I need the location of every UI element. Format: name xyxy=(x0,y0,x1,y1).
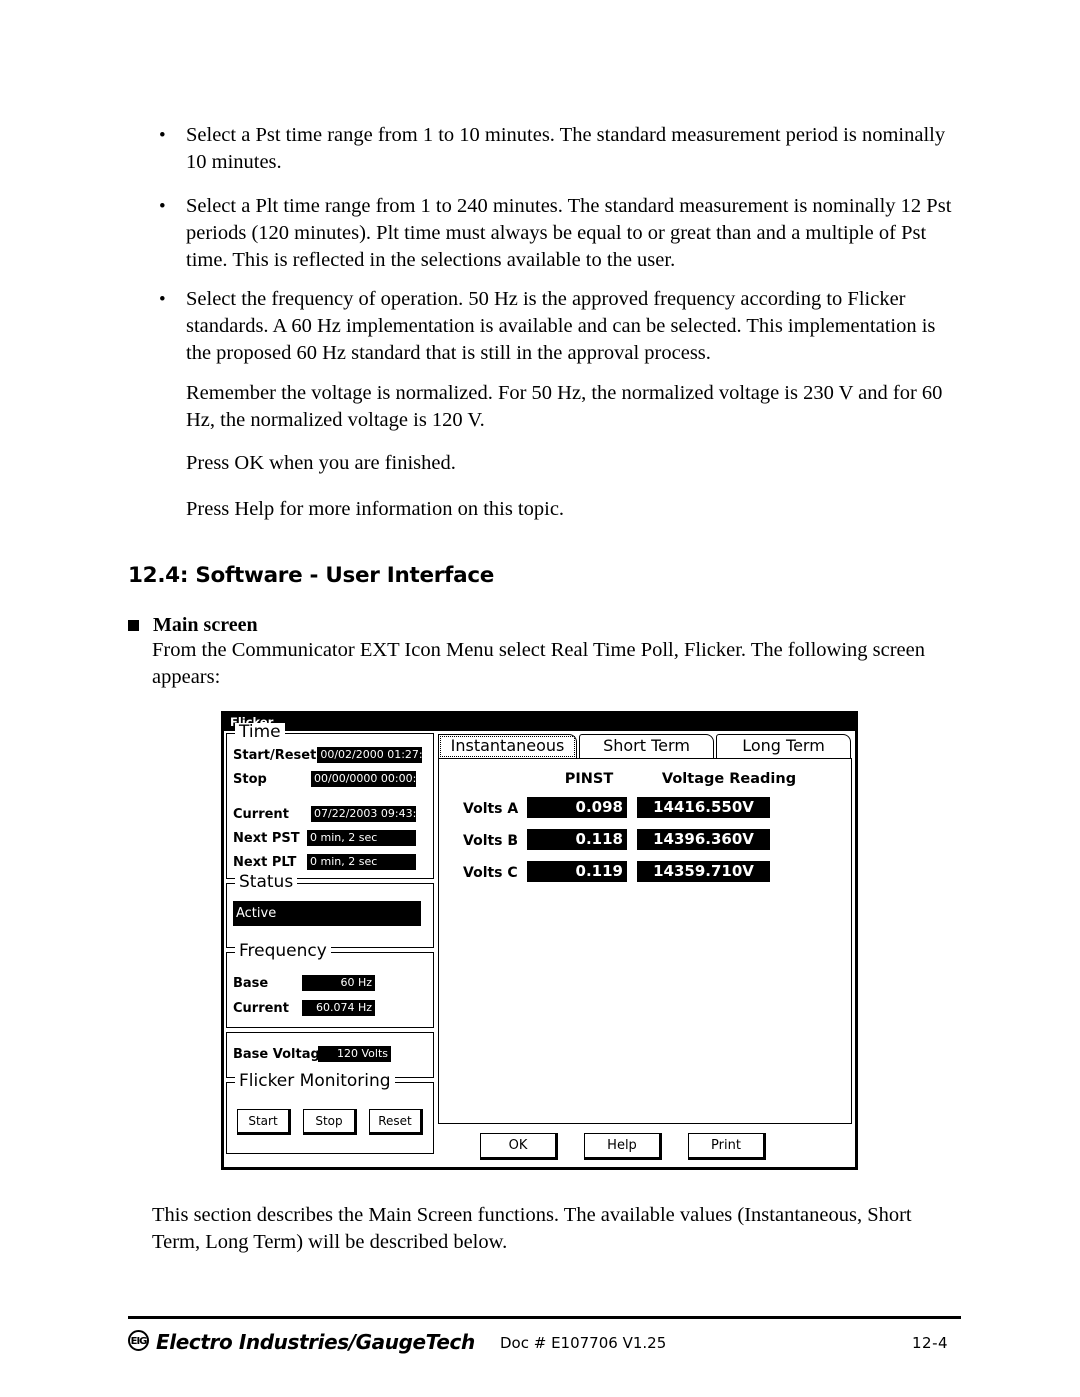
dialog-titlebar: Flicker xyxy=(224,714,855,731)
flicker-monitoring-title: Flicker Monitoring xyxy=(235,1072,395,1091)
voltage-volts-c[interactable]: 14359.710V xyxy=(637,861,770,882)
row-label-volts-a: Volts A xyxy=(463,801,519,817)
status-group-title: Status xyxy=(235,873,298,892)
field-label: Current xyxy=(233,1000,289,1016)
base-frequency-value[interactable]: 60 Hz xyxy=(302,975,375,991)
reset-button[interactable]: Reset xyxy=(369,1109,423,1135)
tab-label: Short Term xyxy=(603,736,690,755)
base-voltage-value[interactable]: 120 Volts xyxy=(318,1046,391,1062)
field-base-frequency: Base 60 Hz xyxy=(233,975,375,991)
field-label: Base Voltage xyxy=(233,1046,329,1062)
bullet-item: • Select the frequency of operation. 50 … xyxy=(155,286,955,367)
pinst-volts-a[interactable]: 0.098 xyxy=(527,797,627,818)
field-next-pst: Next PST 0 min, 2 sec xyxy=(233,830,416,846)
bullet-text: Select the frequency of operation. 50 Hz… xyxy=(186,288,936,364)
subhead-main-screen: Main screen xyxy=(128,614,258,637)
paragraph-press-help: Press Help for more information on this … xyxy=(186,498,565,520)
pinst-volts-b[interactable]: 0.118 xyxy=(527,829,627,850)
bullet-item: • Select a Pst time range from 1 to 10 m… xyxy=(155,122,955,176)
start-reset-value[interactable]: 00/02/2000 01:27:52 xyxy=(317,747,423,763)
tab-long-term[interactable]: Long Term xyxy=(716,734,851,758)
stop-value[interactable]: 00/00/0000 00:00:00 xyxy=(311,771,416,787)
dialog-right-column: Instantaneous Short Term Long Term PINST… xyxy=(438,733,852,1124)
help-button[interactable]: Help xyxy=(584,1133,662,1160)
tab-instantaneous[interactable]: Instantaneous xyxy=(438,734,577,758)
field-label: Next PST xyxy=(233,830,300,846)
tab-short-term[interactable]: Short Term xyxy=(579,734,714,758)
status-value[interactable]: Active xyxy=(233,901,421,926)
page-title: 12.4: Software - User Interface xyxy=(128,563,495,588)
print-button[interactable]: Print xyxy=(688,1133,766,1160)
bullet-marker: • xyxy=(159,196,166,217)
current-time-value[interactable]: 07/22/2003 09:43:58 xyxy=(311,806,416,822)
paragraph-closing: This section describes the Main Screen f… xyxy=(152,1204,912,1253)
tab-label: Instantaneous xyxy=(440,736,575,757)
bullet-marker: • xyxy=(159,289,166,310)
row-label-volts-b: Volts B xyxy=(463,833,519,849)
subhead-body-text: From the Communicator EXT Icon Menu sele… xyxy=(152,639,926,688)
stop-button[interactable]: Stop xyxy=(303,1109,357,1135)
bullet-text: Select a Plt time range from 1 to 240 mi… xyxy=(186,195,952,271)
field-label: Current xyxy=(233,806,289,822)
time-group-title: Time xyxy=(235,723,285,742)
field-current-frequency: Current 60.074 Hz xyxy=(233,1000,375,1016)
subhead-label: Main screen xyxy=(153,614,258,636)
frequency-group: Frequency Base 60 Hz Current 60.074 Hz xyxy=(226,942,434,1028)
square-bullet-icon xyxy=(128,620,139,631)
footer-page-number: 12-4 xyxy=(912,1334,949,1352)
field-label: Start/Reset xyxy=(233,747,317,763)
start-button[interactable]: Start xyxy=(237,1109,291,1135)
time-group: Time Start/Reset 00/02/2000 01:27:52 Sto… xyxy=(226,723,434,879)
dialog-body: Time Start/Reset 00/02/2000 01:27:52 Sto… xyxy=(224,723,855,1167)
ok-button[interactable]: OK xyxy=(480,1133,558,1160)
footer-company-name: Electro Industries/GaugeTech xyxy=(156,1330,475,1354)
field-current-time: Current 07/22/2003 09:43:58 xyxy=(233,806,416,822)
current-frequency-value[interactable]: 60.074 Hz xyxy=(302,1000,375,1016)
bullet-item: • Select a Plt time range from 1 to 240 … xyxy=(155,193,955,274)
tab-strip: Instantaneous Short Term Long Term xyxy=(438,733,852,758)
instantaneous-panel: PINST Voltage Reading Volts A 0.098 1441… xyxy=(438,758,852,1124)
status-group: Status Active xyxy=(226,873,434,948)
flicker-monitoring-group: Flicker Monitoring Start Stop Reset xyxy=(226,1072,434,1154)
field-stop: Stop 00/00/0000 00:00:00 xyxy=(233,771,416,787)
paragraph-normalized-voltage: Remember the voltage is normalized. For … xyxy=(186,382,943,431)
tab-label: Long Term xyxy=(742,736,825,755)
field-next-plt: Next PLT 0 min, 2 sec xyxy=(233,854,416,870)
bullet-marker: • xyxy=(159,125,166,146)
document-page: • Select a Pst time range from 1 to 10 m… xyxy=(0,0,1080,1397)
dialog-button-bar: OK Help Print xyxy=(438,1129,852,1163)
pinst-volts-c[interactable]: 0.119 xyxy=(527,861,627,882)
next-pst-value[interactable]: 0 min, 2 sec xyxy=(307,830,416,846)
column-header-voltage-reading: Voltage Reading xyxy=(661,771,797,787)
company-logo-icon: EIG xyxy=(128,1330,149,1351)
column-header-pinst: PINST xyxy=(564,771,614,787)
flicker-dialog: Flicker Time Start/Reset 00/02/2000 01:2… xyxy=(221,711,858,1170)
voltage-volts-b[interactable]: 14396.360V xyxy=(637,829,770,850)
field-label: Base xyxy=(233,975,269,991)
row-label-volts-c: Volts C xyxy=(463,865,518,881)
next-plt-value[interactable]: 0 min, 2 sec xyxy=(307,854,416,870)
bullet-text: Select a Pst time range from 1 to 10 min… xyxy=(186,124,946,173)
voltage-volts-a[interactable]: 14416.550V xyxy=(637,797,770,818)
field-base-voltage: Base Voltage 120 Volts xyxy=(233,1046,391,1062)
field-start-reset: Start/Reset 00/02/2000 01:27:52 xyxy=(233,747,423,763)
paragraph-press-ok: Press OK when you are finished. xyxy=(186,452,456,474)
footer-divider xyxy=(128,1316,961,1319)
field-label: Next PLT xyxy=(233,854,297,870)
field-label: Stop xyxy=(233,771,267,787)
footer-doc-number: Doc # E107706 V1.25 xyxy=(500,1334,667,1352)
frequency-group-title: Frequency xyxy=(235,942,331,961)
dialog-left-column: Time Start/Reset 00/02/2000 01:27:52 Sto… xyxy=(226,723,434,1154)
